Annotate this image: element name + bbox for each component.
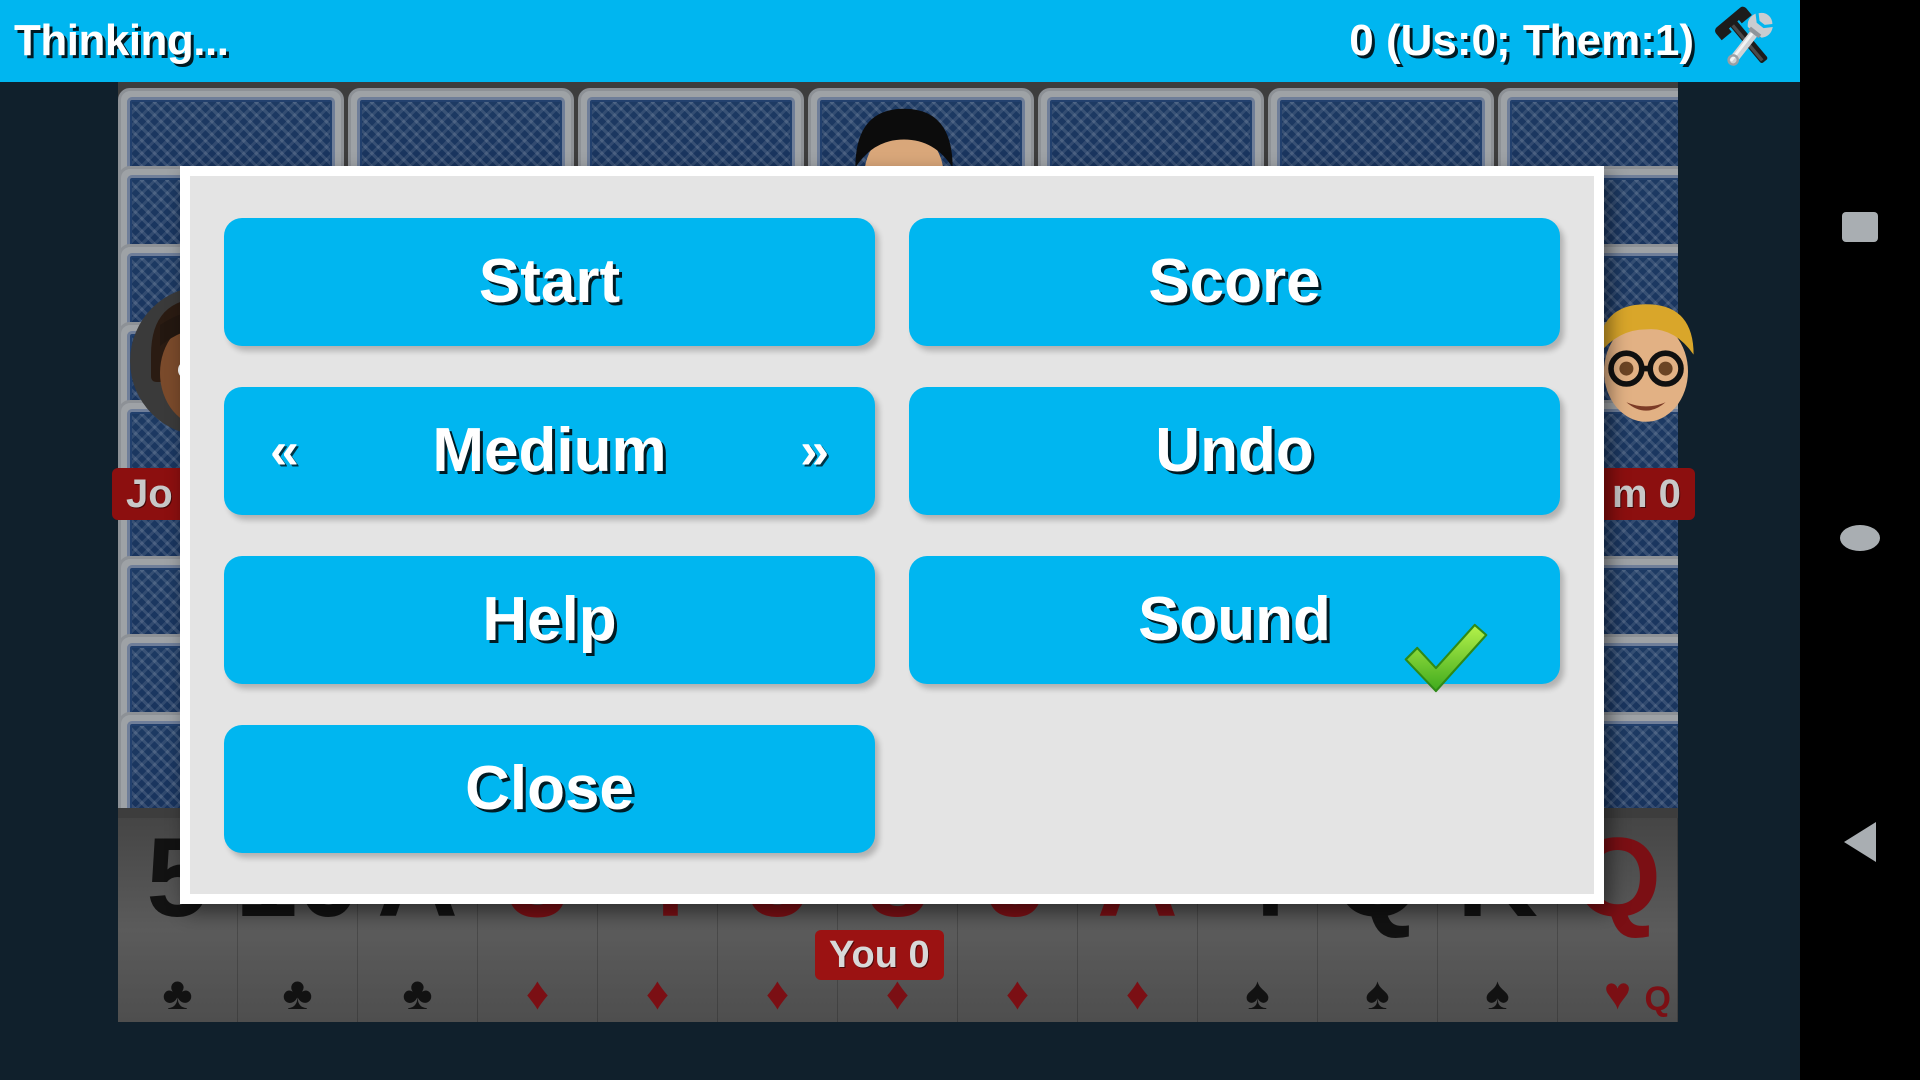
home-icon[interactable] bbox=[1840, 525, 1880, 551]
dialog-button-cell: Sound bbox=[909, 544, 1560, 695]
sound-button[interactable]: Sound bbox=[909, 555, 1560, 692]
close-button-label: Close bbox=[465, 753, 634, 823]
nameplate-right: m 0 bbox=[1598, 468, 1695, 520]
undo-button-label: Undo bbox=[1155, 415, 1314, 485]
score-button[interactable]: Score bbox=[909, 217, 1560, 346]
score-display: 0 (Us:0; Them:1) bbox=[1349, 16, 1694, 65]
difficulty-button-label: Medium bbox=[432, 415, 667, 485]
dialog-button-cell: Undo bbox=[909, 375, 1560, 526]
nameplate-you: You 0 bbox=[815, 930, 944, 980]
sound-button-label: Sound bbox=[1138, 584, 1331, 654]
chevron-right-icon[interactable]: » bbox=[800, 425, 829, 477]
nameplate-left: Jo bbox=[112, 468, 187, 520]
start-button-label: Start bbox=[478, 246, 621, 316]
hand-card-suit-icon: ♦ bbox=[645, 967, 670, 1019]
android-navigation-bar bbox=[1800, 0, 1920, 1080]
dialog-button-cell: Help bbox=[224, 544, 875, 695]
hand-card-suit-icon: ♣ bbox=[402, 967, 433, 1019]
dialog-button-cell: « Medium » bbox=[224, 375, 875, 526]
help-button-label: Help bbox=[482, 584, 617, 654]
hand-card-suit-icon: ♦ bbox=[1005, 967, 1030, 1019]
dialog-body: Start Score « Medium » Undo Help Sound Close bbox=[190, 176, 1594, 894]
back-icon[interactable] bbox=[1844, 822, 1876, 862]
dialog-button-cell: Score bbox=[909, 206, 1560, 357]
hand-card-suit-icon: ♣ bbox=[282, 967, 313, 1019]
chevron-left-icon[interactable]: « bbox=[270, 425, 299, 477]
start-button[interactable]: Start bbox=[224, 217, 875, 346]
undo-button[interactable]: Undo bbox=[909, 386, 1560, 515]
game-viewport: Jo m 0 You 0 5 ♣ 5♣10♣A♣3♦4♦5♦8♦J♦A♦4♠Q♠… bbox=[0, 0, 1800, 1080]
score-button-label: Score bbox=[1148, 246, 1321, 316]
settings-dialog: Start Score « Medium » Undo Help Sound Close bbox=[180, 166, 1604, 904]
hand-card-suit-icon: ♠ bbox=[1245, 967, 1270, 1019]
title-bar-right: 0 (Us:0; Them:1) bbox=[1349, 6, 1786, 76]
dialog-button-cell: Close bbox=[224, 713, 875, 864]
screen: Jo m 0 You 0 5 ♣ 5♣10♣A♣3♦4♦5♦8♦J♦A♦4♠Q♠… bbox=[0, 0, 1920, 1080]
hand-card-corner-rank: Q bbox=[1644, 980, 1671, 1018]
difficulty-button[interactable]: « Medium » bbox=[224, 386, 875, 515]
hand-card-suit-icon: ♥ bbox=[1603, 967, 1632, 1019]
hand-card-suit-icon: ♣ bbox=[162, 967, 193, 1019]
dialog-button-cell: Start bbox=[224, 206, 875, 357]
hand-card-suit-icon: ♦ bbox=[525, 967, 550, 1019]
tools-wrench-hammer-icon[interactable] bbox=[1710, 6, 1786, 76]
title-bar: Thinking... 0 (Us:0; Them:1) bbox=[0, 0, 1800, 82]
help-button[interactable]: Help bbox=[224, 555, 875, 684]
status-text: Thinking... bbox=[14, 16, 229, 65]
hand-card-suit-icon: ♦ bbox=[1125, 967, 1150, 1019]
hand-card-suit-icon: ♠ bbox=[1365, 967, 1390, 1019]
hand-card-suit-icon: ♠ bbox=[1485, 967, 1510, 1019]
hand-card-suit-icon: ♦ bbox=[765, 967, 790, 1019]
close-button[interactable]: Close bbox=[224, 724, 875, 853]
dialog-button-cell bbox=[909, 713, 1560, 864]
recent-apps-icon[interactable] bbox=[1842, 212, 1878, 242]
